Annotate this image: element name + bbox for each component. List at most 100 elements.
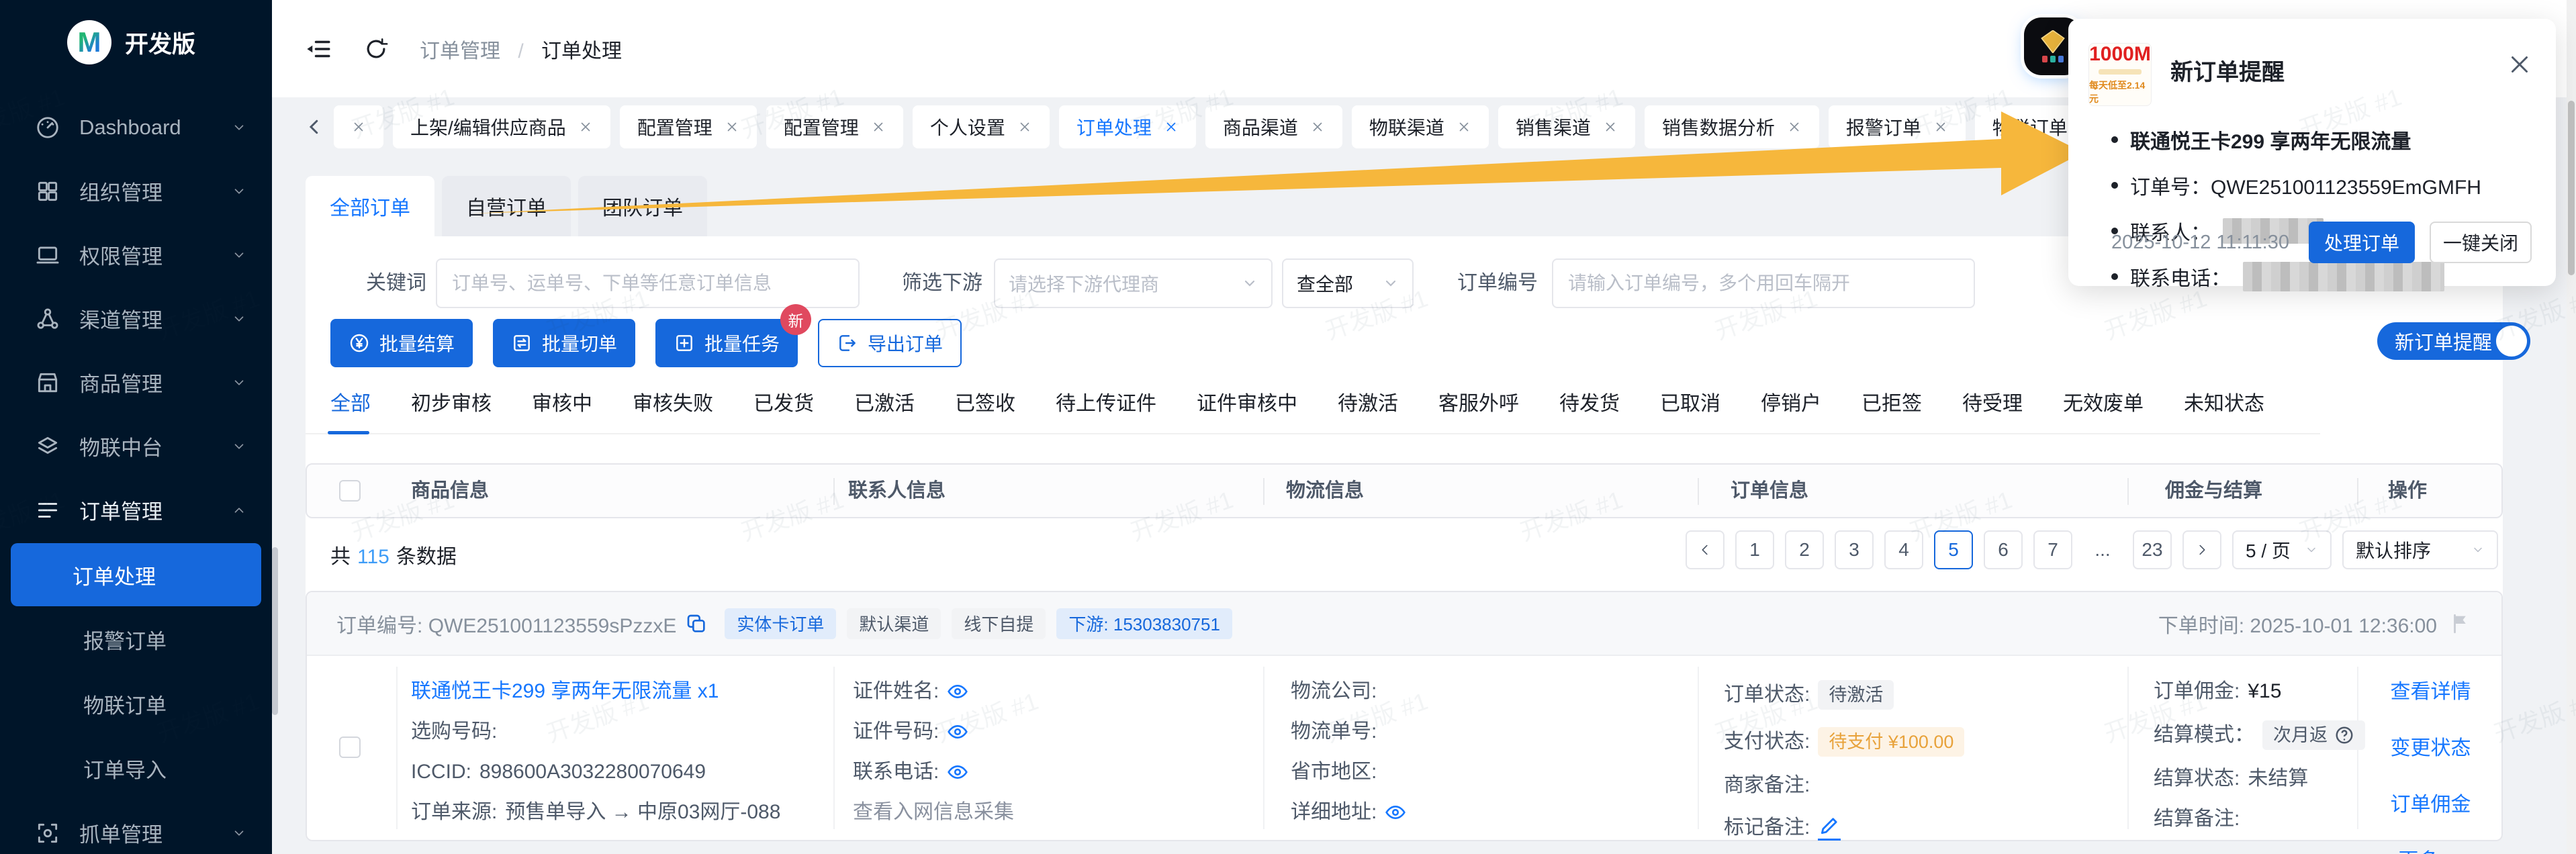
flag-icon[interactable] <box>2449 612 2472 635</box>
window-scrollbar-thumb[interactable] <box>2568 101 2575 275</box>
status-tab[interactable]: 客服外呼 <box>1438 387 1519 416</box>
sidebar-item[interactable]: Dashboard <box>0 95 272 159</box>
close-icon[interactable] <box>1457 120 1471 134</box>
close-icon[interactable] <box>1603 120 1618 134</box>
page-tab[interactable]: 物联渠道 <box>1352 105 1489 148</box>
status-tab[interactable]: 无效废单 <box>2063 387 2144 416</box>
close-icon[interactable] <box>1933 120 1948 134</box>
page-tab[interactable]: 配置管理 <box>766 105 903 148</box>
close-icon[interactable] <box>578 120 593 134</box>
close-icon[interactable] <box>1164 120 1179 134</box>
status-tab[interactable]: 审核失败 <box>633 387 713 416</box>
sidebar-subitem[interactable]: 物联订单 <box>11 672 261 735</box>
page-tab[interactable]: 销售渠道 <box>1498 105 1635 148</box>
page-tab[interactable]: 订单处理 <box>1059 105 1196 148</box>
handle-order-button[interactable]: 处理订单 <box>2309 222 2415 263</box>
page-button[interactable]: 1 <box>1735 530 1774 569</box>
page-button[interactable]: 5 <box>1934 530 1973 569</box>
order-type-tab[interactable]: 自营订单 <box>442 176 571 236</box>
status-tab[interactable]: 待受理 <box>1962 387 2023 416</box>
page-tab[interactable] <box>334 105 383 148</box>
tabstrip-scroll-left-icon[interactable] <box>304 117 324 137</box>
eye-icon[interactable] <box>947 721 968 743</box>
order-type-tab[interactable]: 全部订单 <box>306 176 434 236</box>
close-icon[interactable] <box>1787 120 1802 134</box>
eye-icon[interactable] <box>1385 802 1406 823</box>
sidebar-subitem[interactable]: 报警订单 <box>11 608 261 671</box>
edit-pencil-icon[interactable] <box>1818 814 1841 841</box>
status-tab[interactable]: 已取消 <box>1660 387 1720 416</box>
page-button[interactable]: 2 <box>1785 530 1824 569</box>
collapse-sidebar-icon[interactable] <box>304 35 332 63</box>
prev-page-button[interactable] <box>1686 530 1724 569</box>
page-tab[interactable]: 个人设置 <box>913 105 1050 148</box>
bulk-action-button[interactable]: 批量切单 <box>493 319 635 367</box>
product-link[interactable]: 联通悦王卡299 享两年无限流量 x1 <box>411 680 719 703</box>
sidebar-item[interactable]: 权限管理 <box>0 223 272 287</box>
sidebar-item[interactable]: 物联中台 <box>0 414 272 478</box>
sidebar-item[interactable]: 订单管理 <box>0 478 272 542</box>
sidebar-subitem[interactable]: 订单导入 <box>11 737 261 800</box>
close-icon[interactable] <box>1310 120 1325 134</box>
window-scrollbar[interactable] <box>2567 0 2576 854</box>
scope-select[interactable]: 查全部 <box>1282 258 1414 308</box>
close-all-button[interactable]: 一键关闭 <box>2430 222 2532 263</box>
page-tab[interactable]: 报警订单 <box>1829 105 1966 148</box>
new-order-alert-toggle[interactable]: 新订单提醒 <box>2377 322 2530 360</box>
row-checkbox[interactable] <box>339 737 361 758</box>
page-tab[interactable]: 上架/编辑供应商品 <box>393 105 610 148</box>
bulk-action-button[interactable]: 导出订单 <box>818 319 962 367</box>
status-tab[interactable]: 审核中 <box>532 387 592 416</box>
page-button[interactable]: 7 <box>2033 530 2072 569</box>
status-tab[interactable]: 停销户 <box>1761 387 1821 416</box>
status-tab[interactable]: 全部 <box>330 387 371 416</box>
next-page-button[interactable] <box>2182 530 2221 569</box>
page-tab[interactable]: 配置管理 <box>620 105 757 148</box>
eye-icon[interactable] <box>947 681 968 702</box>
page-button[interactable]: 3 <box>1835 530 1874 569</box>
close-icon[interactable] <box>871 120 886 134</box>
status-tab[interactable]: 已拒签 <box>1861 387 1922 416</box>
keyword-input[interactable] <box>436 258 860 308</box>
status-tab[interactable]: 已激活 <box>854 387 915 416</box>
order-type-tab[interactable]: 团队订单 <box>578 176 707 236</box>
question-circle-icon[interactable] <box>2334 725 2354 745</box>
sidebar-item[interactable]: 渠道管理 <box>0 287 272 350</box>
page-tab[interactable]: 销售数据分析 <box>1645 105 1819 148</box>
breadcrumb-section[interactable]: 订单管理 <box>420 40 500 62</box>
sidebar-item[interactable]: 商品管理 <box>0 350 272 414</box>
page-button[interactable]: 4 <box>1884 530 1923 569</box>
status-tab[interactable]: 待发货 <box>1559 387 1620 416</box>
network-info-link[interactable]: 查看入网信息采集 <box>853 801 1014 824</box>
close-icon[interactable] <box>351 120 366 134</box>
select-all-checkbox[interactable] <box>339 480 361 502</box>
order-no-input[interactable] <box>1552 258 1975 308</box>
page-button[interactable]: 23 <box>2133 530 2172 569</box>
downstream-select[interactable]: 请选择下游代理商 <box>994 258 1273 308</box>
more-actions-link[interactable]: 更多 <box>2399 844 2463 854</box>
copy-icon[interactable] <box>686 613 707 634</box>
status-tab[interactable]: 证件审核中 <box>1197 387 1297 416</box>
page-tab[interactable]: 商品渠道 <box>1205 105 1342 148</box>
close-icon[interactable] <box>2508 52 2532 77</box>
sort-select[interactable]: 默认排序 <box>2342 530 2498 569</box>
sidebar-scrollbar-thumb[interactable] <box>272 547 278 715</box>
page-button[interactable]: 6 <box>1984 530 2023 569</box>
status-tab[interactable]: 待上传证件 <box>1056 387 1156 416</box>
status-tab[interactable]: 未知状态 <box>2184 387 2264 416</box>
sidebar-item[interactable]: 组织管理 <box>0 159 272 223</box>
page-size-select[interactable]: 5 / 页 <box>2232 530 2332 569</box>
eye-icon[interactable] <box>947 761 968 783</box>
sidebar-subitem[interactable]: 订单处理 <box>11 543 261 606</box>
status-tab[interactable]: 待激活 <box>1338 387 1398 416</box>
bulk-action-button[interactable]: 批量结算 <box>330 319 473 367</box>
row-action-link[interactable]: 订单佣金 <box>2391 788 2471 817</box>
status-tab[interactable]: 已发货 <box>753 387 814 416</box>
row-action-link[interactable]: 变更状态 <box>2391 731 2471 761</box>
status-tab[interactable]: 初步审核 <box>411 387 492 416</box>
bulk-action-button[interactable]: 批量任务新 <box>655 319 798 367</box>
status-tab[interactable]: 已签收 <box>955 387 1015 416</box>
close-icon[interactable] <box>1017 120 1032 134</box>
close-icon[interactable] <box>725 120 739 134</box>
sidebar-item[interactable]: 抓单管理 <box>0 801 272 854</box>
